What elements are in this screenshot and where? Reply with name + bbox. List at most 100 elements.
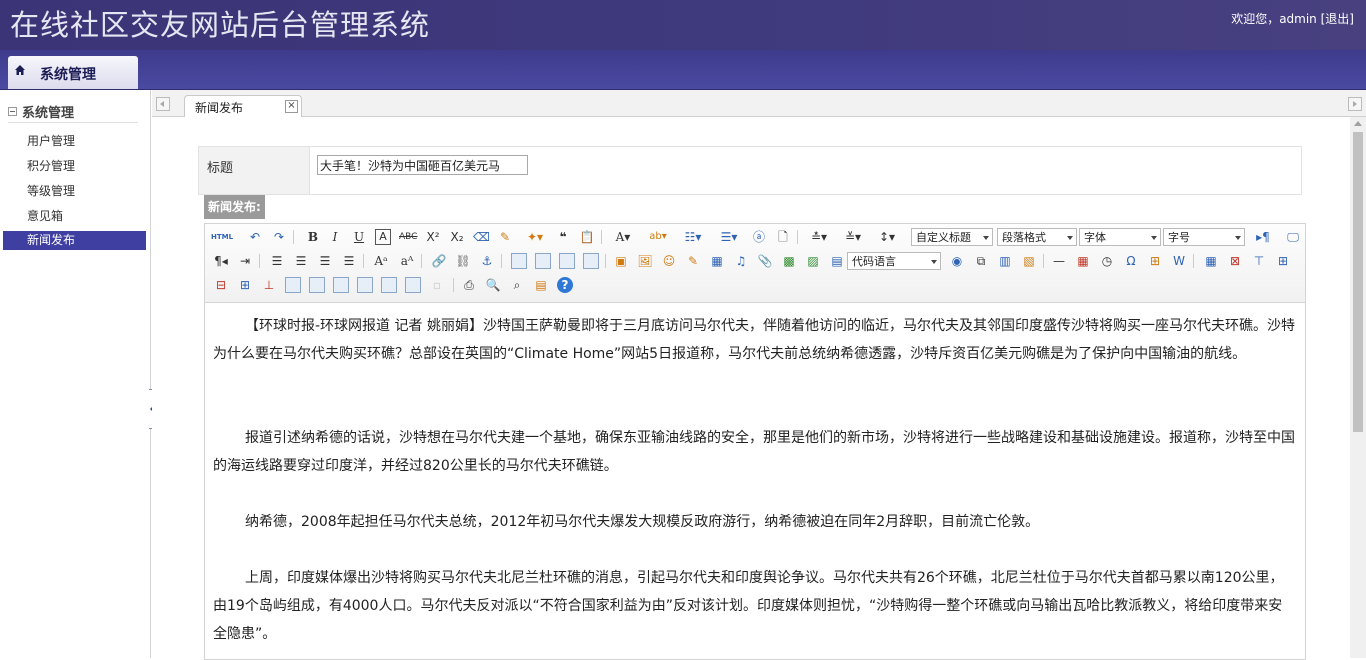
insert-paragraph-before-table-icon[interactable]: ⊤ bbox=[1251, 253, 1267, 269]
justify-center-icon[interactable]: ☰ bbox=[293, 253, 309, 269]
attachment-icon[interactable]: 📎 bbox=[757, 253, 773, 269]
clear-doc-icon[interactable]: 🗋 bbox=[775, 229, 791, 245]
background-color-icon[interactable]: ab▾ bbox=[645, 229, 671, 245]
custom-title-select[interactable]: 自定义标题 bbox=[911, 228, 993, 246]
page-scrollbar[interactable] bbox=[1350, 117, 1366, 658]
eraser-icon[interactable]: ⌫ bbox=[473, 229, 490, 245]
direction-rtl-icon[interactable]: ¶◂ bbox=[213, 253, 229, 269]
superscript-icon[interactable]: X² bbox=[425, 229, 441, 245]
ordered-list-icon[interactable]: ☷▾ bbox=[679, 229, 707, 245]
font-color-icon[interactable]: A▾ bbox=[611, 229, 635, 245]
paragraph-format-select[interactable]: 段落格式 bbox=[997, 228, 1077, 246]
nav-tab-system-management[interactable]: 系统管理 bbox=[8, 56, 138, 89]
map-icon[interactable]: ▩ bbox=[781, 253, 797, 269]
special-chars-icon[interactable]: Ω bbox=[1123, 253, 1139, 269]
insert-frame-icon[interactable]: ▤ bbox=[829, 253, 845, 269]
tab-close-button[interactable]: × bbox=[285, 100, 298, 113]
font-family-select[interactable]: 字体 bbox=[1079, 228, 1161, 246]
insert-video-icon[interactable]: ▦ bbox=[709, 253, 725, 269]
font-size-select[interactable]: 字号 bbox=[1163, 228, 1245, 246]
template-icon[interactable]: ▥ bbox=[997, 253, 1013, 269]
row-spacing-top-icon[interactable]: ≛▾ bbox=[805, 229, 833, 245]
paste-plain-icon[interactable]: 📋 bbox=[579, 229, 595, 245]
direction-ltr-icon[interactable]: ▸¶ bbox=[1255, 229, 1271, 245]
html-source-button[interactable]: HTML bbox=[211, 229, 233, 245]
scroll-up-arrow-icon[interactable] bbox=[1354, 121, 1362, 126]
sidebar-item-points-management[interactable]: 积分管理 bbox=[3, 157, 146, 176]
preview-icon[interactable]: 🔍 bbox=[485, 277, 501, 293]
tab-news-publish[interactable]: 新闻发布 × bbox=[184, 95, 302, 117]
search-replace-icon[interactable]: ⌕ bbox=[509, 277, 525, 293]
merge-down-icon[interactable] bbox=[333, 277, 349, 293]
bold-icon[interactable]: B bbox=[305, 229, 321, 245]
title-input[interactable] bbox=[317, 155, 528, 175]
justify-full-icon[interactable]: ☰ bbox=[341, 253, 357, 269]
redo-icon[interactable]: ↷ bbox=[271, 229, 287, 245]
blockquote-icon[interactable]: ❝ bbox=[555, 229, 571, 245]
image-center-icon[interactable] bbox=[583, 253, 599, 269]
insert-image-icon[interactable]: 🖼 bbox=[637, 253, 653, 269]
emotion-icon[interactable]: ☺ bbox=[661, 253, 677, 269]
web-app-icon[interactable]: ◉ bbox=[949, 253, 965, 269]
select-all-icon[interactable]: ⓐ bbox=[751, 229, 767, 245]
horizontal-rule-icon[interactable]: — bbox=[1051, 253, 1067, 269]
line-height-icon[interactable]: ↕▾ bbox=[873, 229, 901, 245]
font-border-icon[interactable]: A bbox=[375, 229, 391, 245]
tab-scroll-right-button[interactable] bbox=[1348, 97, 1362, 111]
anchor-icon[interactable]: ⚓ bbox=[479, 253, 495, 269]
sidebar-section-header[interactable]: 系统管理 bbox=[8, 102, 74, 121]
logout-link[interactable]: [退出] bbox=[1321, 12, 1354, 26]
underline-icon[interactable]: U bbox=[351, 229, 367, 245]
time-icon[interactable]: ◷ bbox=[1099, 253, 1115, 269]
link-icon[interactable]: 🔗 bbox=[431, 253, 447, 269]
image-left-icon[interactable] bbox=[535, 253, 551, 269]
date-icon[interactable]: ▦ bbox=[1075, 253, 1091, 269]
code-language-select[interactable]: 代码语言 bbox=[847, 252, 941, 270]
tab-scroll-left-button[interactable] bbox=[156, 97, 170, 111]
draft-icon[interactable]: ▤ bbox=[533, 277, 549, 293]
sidebar-item-feedback[interactable]: 意见箱 bbox=[3, 207, 146, 226]
to-uppercase-icon[interactable]: Aᵃ bbox=[373, 253, 389, 269]
google-map-icon[interactable]: ▨ bbox=[805, 253, 821, 269]
format-brush-icon[interactable]: ✎ bbox=[497, 229, 513, 245]
chart-icon[interactable]: ▫ bbox=[429, 277, 445, 293]
subscript-icon[interactable]: X₂ bbox=[449, 229, 465, 245]
autoformat-icon[interactable]: ✦▾ bbox=[521, 229, 549, 245]
background-icon[interactable]: ▧ bbox=[1021, 253, 1037, 269]
sidebar-item-level-management[interactable]: 等级管理 bbox=[3, 182, 146, 201]
strikethrough-icon[interactable]: ABC bbox=[399, 229, 417, 245]
split-to-cols-icon[interactable] bbox=[405, 277, 421, 293]
fullscreen-icon[interactable]: 🖵 bbox=[1285, 229, 1301, 245]
simple-upload-icon[interactable]: ▣ bbox=[613, 253, 629, 269]
unordered-list-icon[interactable]: ☰▾ bbox=[715, 229, 743, 245]
sidebar-item-news-publish[interactable]: 新闻发布 bbox=[3, 231, 146, 250]
image-right-icon[interactable] bbox=[559, 253, 575, 269]
scrawl-icon[interactable]: ✎ bbox=[685, 253, 701, 269]
insert-row-icon[interactable]: ⊞ bbox=[1275, 253, 1291, 269]
delete-row-icon[interactable]: ⊟ bbox=[213, 277, 229, 293]
insert-col-icon[interactable]: ⊞ bbox=[237, 277, 253, 293]
scrollbar-thumb[interactable] bbox=[1353, 132, 1363, 432]
print-icon[interactable]: ⎙ bbox=[461, 277, 477, 293]
row-spacing-bottom-icon[interactable]: ≚▾ bbox=[839, 229, 867, 245]
italic-icon[interactable]: I bbox=[327, 229, 343, 245]
insert-table-icon[interactable]: ▦ bbox=[1203, 253, 1219, 269]
indent-icon[interactable]: ⇥ bbox=[237, 253, 253, 269]
delete-table-icon[interactable]: ⊠ bbox=[1227, 253, 1243, 269]
delete-col-icon[interactable]: ⊥ bbox=[261, 277, 277, 293]
to-lowercase-icon[interactable]: aᴬ bbox=[399, 253, 415, 269]
sidebar-item-user-management[interactable]: 用户管理 bbox=[3, 132, 146, 151]
page-break-icon[interactable]: ⧉ bbox=[973, 253, 989, 269]
unlink-icon[interactable]: ⛓ bbox=[455, 253, 471, 269]
justify-left-icon[interactable]: ☰ bbox=[269, 253, 285, 269]
image-none-icon[interactable] bbox=[511, 253, 527, 269]
split-to-cells-icon[interactable] bbox=[357, 277, 373, 293]
merge-right-icon[interactable] bbox=[309, 277, 325, 293]
merge-cells-icon[interactable] bbox=[285, 277, 301, 293]
word-image-icon[interactable]: W bbox=[1171, 253, 1187, 269]
music-icon[interactable]: ♫ bbox=[733, 253, 749, 269]
snap-screen-icon[interactable]: ⊞ bbox=[1147, 253, 1163, 269]
justify-right-icon[interactable]: ☰ bbox=[317, 253, 333, 269]
editor-content-area[interactable]: 【环球时报-环球网报道 记者 姚丽娟】沙特国王萨勒曼即将于三月底访问马尔代夫，伴… bbox=[205, 303, 1305, 659]
split-to-rows-icon[interactable] bbox=[381, 277, 397, 293]
